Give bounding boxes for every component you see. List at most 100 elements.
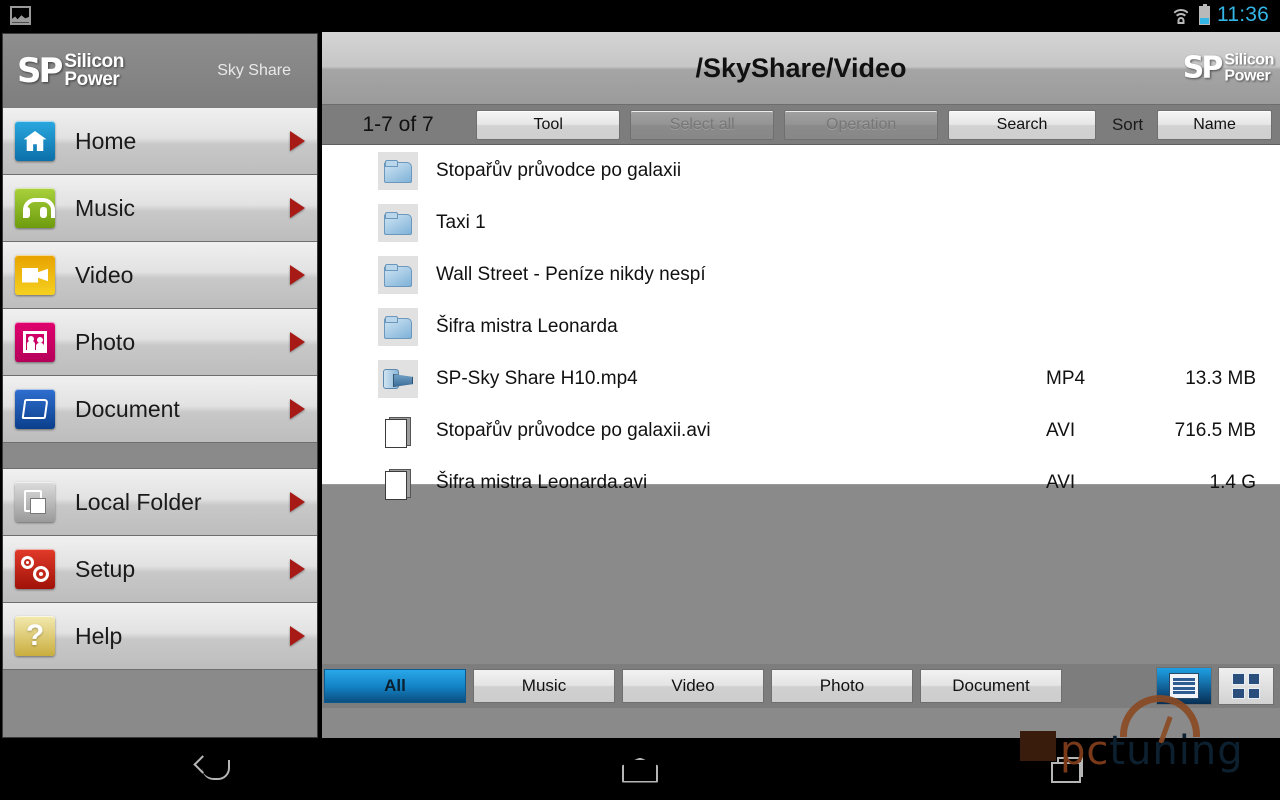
app-subtitle: Sky Share [217,62,291,79]
sidebar-item-help[interactable]: ? Help [3,603,317,670]
back-icon [196,758,231,782]
sidebar-item-label: Local Folder [75,488,202,515]
file-list: Stopařův průvodce po galaxii Taxi 1 Wall… [322,145,1280,500]
camcorder-icon [15,255,55,295]
search-button[interactable]: Search [948,109,1096,140]
folder-icon [378,256,418,294]
document-pages-icon [378,464,418,502]
sp-logo-line2: Power [1224,67,1271,84]
page-title: /SkyShare/Video [695,52,907,83]
file-name: Taxi 1 [436,212,486,233]
tab-video[interactable]: Video [622,669,764,703]
file-size: 716.5 MB [1174,420,1256,441]
sidebar-item-document[interactable]: Document [3,376,317,443]
operation-button[interactable]: Operation [784,109,939,140]
sidebar-item-home[interactable]: Home [3,108,317,175]
chevron-right-icon [290,131,305,151]
grid-view-icon[interactable] [1218,667,1274,705]
sidebar-divider [3,443,317,469]
home-icon [621,757,658,783]
table-row[interactable]: Stopařův průvodce po galaxii [322,145,1280,197]
sidebar-item-video[interactable]: Video [3,242,317,309]
sidebar-footer-space [3,670,317,671]
android-status-bar: 11:36 [0,0,1280,30]
folder-document-icon [15,389,55,429]
select-all-button[interactable]: Select all [630,109,775,140]
document-pages-icon [378,412,418,450]
sidebar-item-photo[interactable]: Photo [3,309,317,376]
recent-apps-icon [1050,757,1083,783]
silicon-power-logo: SP Silicon Power [17,51,124,91]
sp-logo-line2: Power [64,69,120,90]
table-row[interactable]: Taxi 1 [322,197,1280,249]
nav-home-button[interactable] [580,748,700,792]
chevron-right-icon [290,198,305,218]
chevron-right-icon [290,492,305,512]
chevron-right-icon [290,332,305,352]
table-row[interactable]: Wall Street - Peníze nikdy nespí [322,249,1280,301]
tool-button[interactable]: Tool [476,109,621,140]
chevron-right-icon [290,399,305,419]
status-clock: 11:36 [1217,3,1269,26]
chevron-right-icon [290,626,305,646]
file-name: Šifra mistra Leonarda [436,316,618,337]
empty-list-area [322,485,1280,664]
file-type: AVI [1046,472,1076,493]
file-size: 13.3 MB [1185,368,1256,389]
folder-icon [378,152,418,190]
file-name: Stopařův průvodce po galaxii.avi [436,420,711,441]
sidebar-item-label: Help [75,622,123,649]
chevron-right-icon [290,559,305,579]
people-photo-icon [15,322,55,362]
question-mark-icon: ? [15,616,55,656]
file-type: AVI [1046,420,1076,441]
sidebar-item-setup[interactable]: Setup [3,536,317,603]
item-count-label: 1-7 of 7 [362,112,434,136]
file-name: Wall Street - Peníze nikdy nespí [436,264,706,285]
wifi-icon [1170,7,1192,24]
sort-label: Sort [1111,114,1144,134]
main-header: /SkyShare/Video SP Silicon Power [322,32,1280,105]
file-name: Šifra mistra Leonarda.avi [436,472,648,493]
sidebar-item-music[interactable]: Music [3,175,317,242]
tab-photo[interactable]: Photo [771,669,913,703]
sidebar-item-label: Document [75,395,180,422]
tab-music[interactable]: Music [473,669,615,703]
table-row[interactable]: SP-Sky Share H10.mp4 MP4 13.3 MB [322,353,1280,405]
sidebar-brand-header: SP Silicon Power Sky Share [3,34,317,108]
nav-recent-button[interactable] [1007,748,1127,792]
headphones-icon [15,188,55,228]
main-panel: /SkyShare/Video SP Silicon Power 1-7 of … [322,32,1280,738]
silicon-power-logo-header: SP Silicon Power [1182,50,1275,86]
toolbar: 1-7 of 7 Tool Select all Operation Searc… [322,105,1280,145]
sidebar: SP Silicon Power Sky Share Home Music Vi… [2,33,318,738]
tab-document[interactable]: Document [920,669,1062,703]
folder-icon [378,308,418,346]
sp-logo-mark: SP [1182,50,1224,86]
file-size: 1.4 G [1209,472,1256,493]
table-row[interactable]: Šifra mistra Leonarda [322,301,1280,353]
film-reel-icon [378,360,418,398]
sp-logo-mark: SP [17,51,63,91]
sidebar-item-local-folder[interactable]: Local Folder [3,469,317,536]
table-row[interactable]: Stopařův průvodce po galaxii.avi AVI 716… [322,405,1280,457]
clipboard-icon [15,482,55,522]
filter-tab-bar: All Music Video Photo Document [322,664,1280,708]
list-view-icon[interactable] [1156,667,1212,705]
gears-icon [15,549,55,589]
gallery-icon [10,5,31,25]
sidebar-item-label: Photo [75,328,136,355]
sidebar-item-label: Video [75,261,134,288]
view-mode-group [1156,667,1280,705]
android-navigation-bar [0,740,1280,800]
nav-back-button[interactable] [153,748,273,792]
sort-field-button[interactable]: Name [1157,109,1272,140]
file-name: SP-Sky Share H10.mp4 [436,368,638,389]
tab-all[interactable]: All [324,669,466,703]
sidebar-item-label: Music [75,194,136,221]
file-name: Stopařův průvodce po galaxii [436,160,682,181]
status-bar-right: 11:36 [1170,3,1280,27]
sp-logo-line1: Silicon [1224,51,1274,69]
battery-icon [1199,3,1210,25]
sidebar-item-label: Setup [75,555,136,582]
